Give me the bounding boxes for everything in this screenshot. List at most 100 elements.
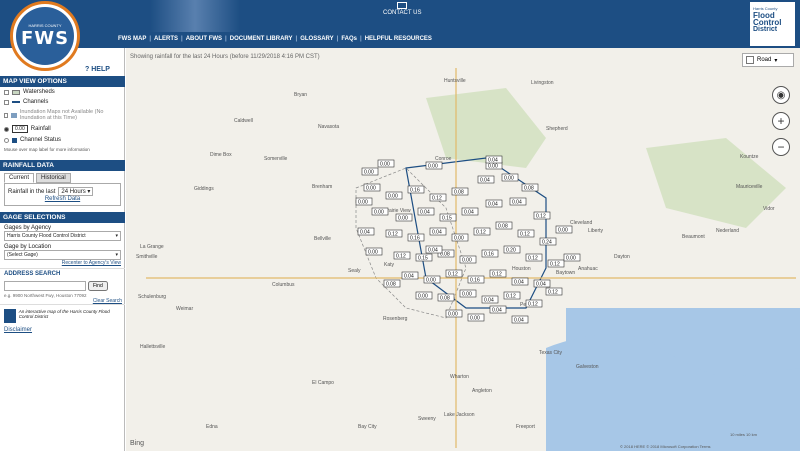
rainfall-gage-label[interactable]: 0.00: [563, 253, 581, 262]
help-link[interactable]: ? HELP: [85, 66, 110, 73]
rainfall-gage-label[interactable]: 0.00: [451, 233, 469, 242]
channel-status-radio[interactable]: [4, 137, 9, 143]
option-channel-status[interactable]: Channel Status: [0, 135, 125, 145]
watersheds-checkbox[interactable]: [4, 89, 9, 95]
rainfall-gage-label[interactable]: 0.04: [509, 197, 527, 206]
rainfall-gage-label[interactable]: 0.12: [547, 259, 565, 268]
nav-fws-map[interactable]: FWS MAP: [118, 36, 146, 42]
map-type-select[interactable]: Road ▾: [742, 53, 794, 67]
rainfall-gage-label[interactable]: 0.04: [417, 207, 435, 216]
rainfall-gage-label[interactable]: 0.12: [503, 291, 521, 300]
nav-faqs[interactable]: FAQs: [341, 36, 357, 42]
rainfall-gage-label[interactable]: 0.12: [545, 287, 563, 296]
contact-us-link[interactable]: CONTACT US: [383, 2, 421, 16]
rainfall-gage-label[interactable]: 0.00: [555, 225, 573, 234]
rainfall-gage-label[interactable]: 0.00: [371, 207, 389, 216]
nav-about[interactable]: ABOUT FWS: [186, 36, 222, 42]
rainfall-radio[interactable]: [4, 126, 9, 132]
map-canvas[interactable]: Huntsville Bryan Caldwell Navasota Conroe Liv…: [126, 48, 800, 451]
location-select[interactable]: (Select Gage) ▾: [4, 250, 121, 260]
rainfall-gage-label[interactable]: 0.12: [429, 193, 447, 202]
rainfall-gage-label[interactable]: 0.12: [385, 229, 403, 238]
rainfall-period-select[interactable]: 24 Hours ▾: [58, 187, 94, 196]
zoom-out-button[interactable]: −: [772, 138, 790, 156]
rainfall-gage-label[interactable]: 0.15: [439, 213, 457, 222]
disclaimer-link[interactable]: Disclaimer: [4, 327, 32, 333]
rainfall-gage-label[interactable]: 0.08: [383, 279, 401, 288]
rainfall-gage-label[interactable]: 0.12: [517, 229, 535, 238]
find-button[interactable]: Find: [88, 281, 108, 291]
option-rainfall[interactable]: 0.00 Rainfall: [0, 123, 125, 135]
option-inundation[interactable]: Inundation Maps not Available (No Inunda…: [0, 107, 125, 123]
rainfall-gage-label[interactable]: 0.00: [365, 247, 383, 256]
rainfall-gage-label[interactable]: 0.04: [461, 207, 479, 216]
rainfall-gage-label[interactable]: 0.12: [445, 269, 463, 278]
nav-helpful-resources[interactable]: HELPFUL RESOURCES: [365, 36, 432, 42]
rainfall-gage-label[interactable]: 0.04: [477, 175, 495, 184]
clear-search-link[interactable]: Clear Search: [93, 298, 122, 304]
rainfall-gage-label[interactable]: 0.00: [377, 159, 395, 168]
rainfall-gage-label[interactable]: 0.04: [511, 315, 529, 324]
rainfall-gage-label[interactable]: 0.24: [539, 237, 557, 246]
rainfall-gage-label[interactable]: 0.00: [395, 213, 413, 222]
rainfall-gage-label[interactable]: 0.00: [459, 289, 477, 298]
hcfcd-brand-logo[interactable]: Harris County Flood Control District: [750, 2, 795, 46]
rainfall-gage-label[interactable]: 0.12: [489, 269, 507, 278]
rainfall-gage-label[interactable]: 0.04: [357, 227, 375, 236]
nav-alerts[interactable]: ALERTS: [154, 36, 178, 42]
rainfall-gage-label[interactable]: 0.00: [467, 313, 485, 322]
zoom-in-button[interactable]: +: [772, 112, 790, 130]
rainfall-gage-label[interactable]: 0.04: [485, 199, 503, 208]
rainfall-gage-label[interactable]: 0.12: [525, 299, 543, 308]
rainfall-gage-label[interactable]: 0.04: [401, 271, 419, 280]
rainfall-gage-label[interactable]: 0.00: [355, 197, 373, 206]
rainfall-gage-label[interactable]: 0.12: [533, 211, 551, 220]
rainfall-gage-label[interactable]: 0.16: [481, 249, 499, 258]
channels-checkbox[interactable]: [4, 99, 9, 105]
tab-historical[interactable]: Historical: [36, 173, 71, 183]
rainfall-gage-label[interactable]: 0.00: [445, 309, 463, 318]
rainfall-gage-label[interactable]: 0.08: [451, 187, 469, 196]
help-icon: ?: [85, 66, 90, 73]
rainfall-gage-label[interactable]: 0.12: [525, 253, 543, 262]
rainfall-gage-label[interactable]: 0.00: [501, 173, 519, 182]
rainfall-gage-label[interactable]: 0.00: [459, 255, 477, 264]
map-attribution[interactable]: © 2018 HERE © 2018 Microsoft Corporation…: [620, 444, 711, 449]
option-channels[interactable]: Channels: [0, 97, 125, 107]
rainfall-gage-label[interactable]: 0.20: [503, 245, 521, 254]
rainfall-gage-label[interactable]: 0.00: [423, 275, 441, 284]
rainfall-gage-label[interactable]: 0.08: [495, 221, 513, 230]
rainfall-gage-label[interactable]: 0.04: [429, 227, 447, 236]
rainfall-gage-label[interactable]: 0.00: [425, 161, 443, 170]
rainfall-gage-label[interactable]: 0.04: [425, 245, 443, 254]
nav-glossary[interactable]: GLOSSARY: [300, 36, 333, 42]
rainfall-gage-label[interactable]: 0.08: [521, 183, 539, 192]
rainfall-gage-label[interactable]: 0.04: [481, 295, 499, 304]
rainfall-gage-label[interactable]: 0.12: [473, 227, 491, 236]
agency-select[interactable]: Harris County Flood Control District ▾: [4, 231, 121, 241]
map-svg[interactable]: Huntsville Bryan Caldwell Navasota Conroe Liv…: [126, 48, 800, 451]
rainfall-gage-label[interactable]: 0.00: [415, 291, 433, 300]
rainfall-gage-label[interactable]: 0.04: [511, 277, 529, 286]
rainfall-gage-label[interactable]: 0.00: [361, 167, 379, 176]
rainfall-gage-label[interactable]: 0.00: [363, 183, 381, 192]
rainfall-gage-label[interactable]: 0.04: [533, 279, 551, 288]
inundation-checkbox[interactable]: [4, 112, 9, 118]
rainfall-gage-label[interactable]: 0.12: [393, 251, 411, 260]
option-watersheds[interactable]: Watersheds: [0, 87, 125, 97]
rainfall-gage-label[interactable]: 0.04: [489, 305, 507, 314]
nav-document-library[interactable]: DOCUMENT LIBRARY: [230, 36, 293, 42]
recenter-link[interactable]: Recenter to Agency's View: [62, 260, 121, 266]
address-input[interactable]: [4, 281, 86, 291]
rainfall-gage-label[interactable]: 0.16: [407, 233, 425, 242]
refresh-data-link[interactable]: Refresh Data: [45, 196, 80, 202]
rainfall-gage-label[interactable]: 0.16: [407, 185, 425, 194]
rainfall-gage-label[interactable]: 0.04: [485, 155, 503, 164]
tab-current[interactable]: Current: [4, 173, 35, 183]
rainfall-gage-label[interactable]: 0.16: [467, 275, 485, 284]
rainfall-gage-label[interactable]: 0.15: [415, 253, 433, 262]
rainfall-gage-label[interactable]: 0.00: [385, 191, 403, 200]
locate-me-button[interactable]: ◉: [772, 86, 790, 104]
rainfall-gage-label[interactable]: 0.08: [437, 293, 455, 302]
fws-logo[interactable]: HARRIS COUNTY FWS: [10, 1, 80, 71]
